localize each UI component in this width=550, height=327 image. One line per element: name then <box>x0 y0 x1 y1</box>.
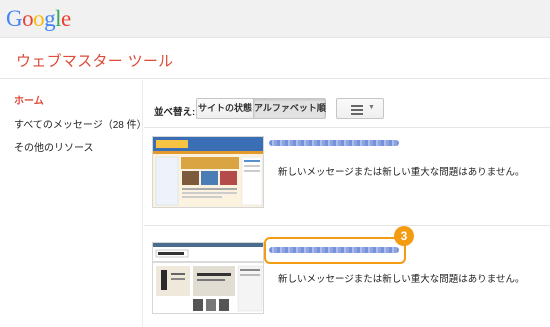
sidebar: ホーム すべてのメッセージ（28 件） その他のリソース <box>0 80 147 327</box>
sort-label: 並べ替え: <box>154 107 196 118</box>
sort-alphabetical-button[interactable]: アルファベット順 <box>253 98 326 119</box>
sidebar-item-home[interactable]: ホーム <box>14 92 44 107</box>
sidebar-item-all-messages[interactable]: すべてのメッセージ（28 件） <box>14 116 147 131</box>
site-status-message: 新しいメッセージまたは新しい重大な問題はありません。 <box>278 167 525 178</box>
logo-letter: g <box>44 6 56 31</box>
site-thumbnail[interactable] <box>152 136 264 208</box>
divider <box>144 127 550 128</box>
logo-letter: o <box>33 6 45 31</box>
sort-by-site-status-button[interactable]: サイトの状態 <box>196 98 254 119</box>
logo-letter: e <box>61 6 71 31</box>
main-content: 並べ替え: サイトの状態 アルファベット順 ▼ 新しいメッセージまたは新しい重大… <box>144 80 550 327</box>
product-header: ウェブマスター ツール <box>0 38 550 79</box>
site-status-message: 新しいメッセージまたは新しい重大な問題はありません。 <box>278 274 525 285</box>
site-thumbnail[interactable] <box>152 242 264 314</box>
site-url-obscured[interactable] <box>269 140 399 146</box>
divider <box>144 225 550 226</box>
sidebar-item-other-resources[interactable]: その他のリソース <box>14 139 94 154</box>
step-highlight-box <box>264 237 406 264</box>
logo-letter: G <box>6 6 23 31</box>
step-number-badge: 3 <box>394 226 414 246</box>
site-thumbnail-image <box>153 137 263 207</box>
google-logo[interactable]: Google <box>6 5 71 33</box>
chevron-down-icon: ▼ <box>368 104 375 111</box>
product-title[interactable]: ウェブマスター ツール <box>16 50 173 71</box>
logo-letter: o <box>22 6 34 31</box>
google-top-bar: Google <box>0 0 550 38</box>
site-thumbnail-image <box>153 243 263 313</box>
list-view-icon <box>351 105 363 117</box>
view-options-button[interactable]: ▼ <box>336 98 384 119</box>
